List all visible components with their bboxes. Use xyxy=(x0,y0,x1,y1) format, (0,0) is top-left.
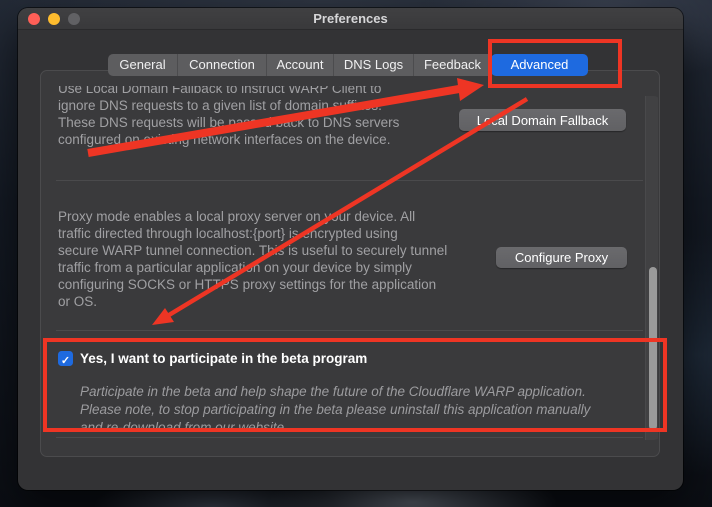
section-divider xyxy=(56,180,643,181)
section-divider xyxy=(56,330,643,331)
text-line: Participate in the beta and help shape t… xyxy=(80,383,590,401)
text-line: Please note, to stop participating in th… xyxy=(80,401,590,419)
advanced-settings-panel: Use Local Domain Fallback to instruct WA… xyxy=(40,70,660,457)
checkmark-icon: ✓ xyxy=(61,355,70,367)
beta-program-description: Participate in the beta and help shape t… xyxy=(80,383,590,437)
tab-advanced[interactable]: Advanced xyxy=(491,54,588,76)
scroll-viewport: Use Local Domain Fallback to instruct WA… xyxy=(42,86,658,455)
proxy-mode-description: Proxy mode enables a local proxy server … xyxy=(58,208,447,310)
tab-feedback[interactable]: Feedback xyxy=(413,54,491,76)
text-line: ignore DNS requests to a given list of d… xyxy=(58,97,399,114)
scrollbar-thumb[interactable] xyxy=(649,267,657,430)
tab-dns-logs[interactable]: DNS Logs xyxy=(333,54,413,76)
preferences-window: Preferences General Connection Account D… xyxy=(18,8,683,490)
configure-proxy-button[interactable]: Configure Proxy xyxy=(496,247,627,268)
text-line: Proxy mode enables a local proxy server … xyxy=(58,208,447,225)
text-line: traffic directed through localhost:{port… xyxy=(58,225,447,242)
tab-bar: General Connection Account DNS Logs Feed… xyxy=(108,54,588,76)
text-line: or OS. xyxy=(58,293,447,310)
local-domain-fallback-button[interactable]: Local Domain Fallback xyxy=(459,109,626,131)
local-domain-description: Use Local Domain Fallback to instruct WA… xyxy=(58,86,399,148)
scrollbar-track[interactable] xyxy=(645,96,658,440)
text-line: configured on existing network interface… xyxy=(58,131,399,148)
tab-general[interactable]: General xyxy=(108,54,177,76)
section-divider xyxy=(56,437,643,438)
text-line: and re-download from our website. xyxy=(80,419,590,437)
text-line: configuring SOCKS or HTTPS proxy setting… xyxy=(58,276,447,293)
text-line: traffic from a particular application on… xyxy=(58,259,447,276)
text-line: Use Local Domain Fallback to instruct WA… xyxy=(58,86,399,97)
text-line: secure WARP tunnel connection. This is u… xyxy=(58,242,447,259)
tab-connection[interactable]: Connection xyxy=(177,54,266,76)
window-title: Preferences xyxy=(18,8,683,30)
beta-program-checkbox[interactable]: ✓ xyxy=(58,351,73,366)
tab-account[interactable]: Account xyxy=(266,54,333,76)
beta-checkbox-label: Yes, I want to participate in the beta p… xyxy=(80,350,367,367)
text-line: These DNS requests will be passed back t… xyxy=(58,114,399,131)
titlebar[interactable]: Preferences xyxy=(18,8,683,30)
